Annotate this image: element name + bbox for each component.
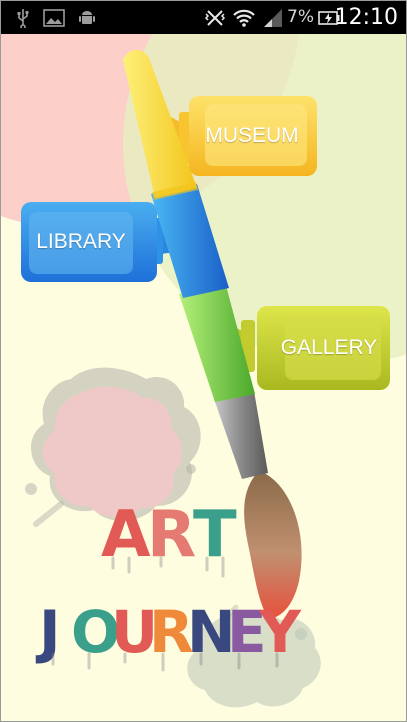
title-letter: T bbox=[193, 498, 237, 572]
phone-screen: 7% 12:10 A R T J O U R N E Y MUSEUM LIBR… bbox=[0, 0, 407, 722]
gallery-button[interactable]: GALLERY bbox=[242, 306, 390, 390]
status-bar: 7% 12:10 bbox=[1, 1, 406, 34]
library-button-label: LIBRARY bbox=[36, 230, 126, 253]
title-letter: J bbox=[35, 598, 61, 666]
title-letter: A bbox=[101, 498, 151, 572]
wifi-icon bbox=[231, 1, 257, 34]
library-button[interactable]: LIBRARY bbox=[21, 202, 159, 282]
clock: 12:10 bbox=[334, 5, 398, 30]
title-letter: R bbox=[147, 498, 196, 572]
usb-icon bbox=[13, 1, 33, 34]
vibrate-icon bbox=[203, 1, 227, 34]
image-icon bbox=[41, 1, 67, 34]
museum-button[interactable]: MUSEUM bbox=[187, 96, 317, 176]
gallery-button-label: GALLERY bbox=[280, 336, 378, 359]
museum-button-label: MUSEUM bbox=[205, 124, 299, 147]
signal-icon bbox=[261, 1, 285, 34]
battery-percent: 7% bbox=[287, 7, 314, 27]
app-content: A R T J O U R N E Y MUSEUM LIBRARY GALLE… bbox=[1, 34, 406, 721]
title-letter: Y bbox=[258, 598, 302, 666]
android-debug-icon bbox=[75, 1, 99, 34]
